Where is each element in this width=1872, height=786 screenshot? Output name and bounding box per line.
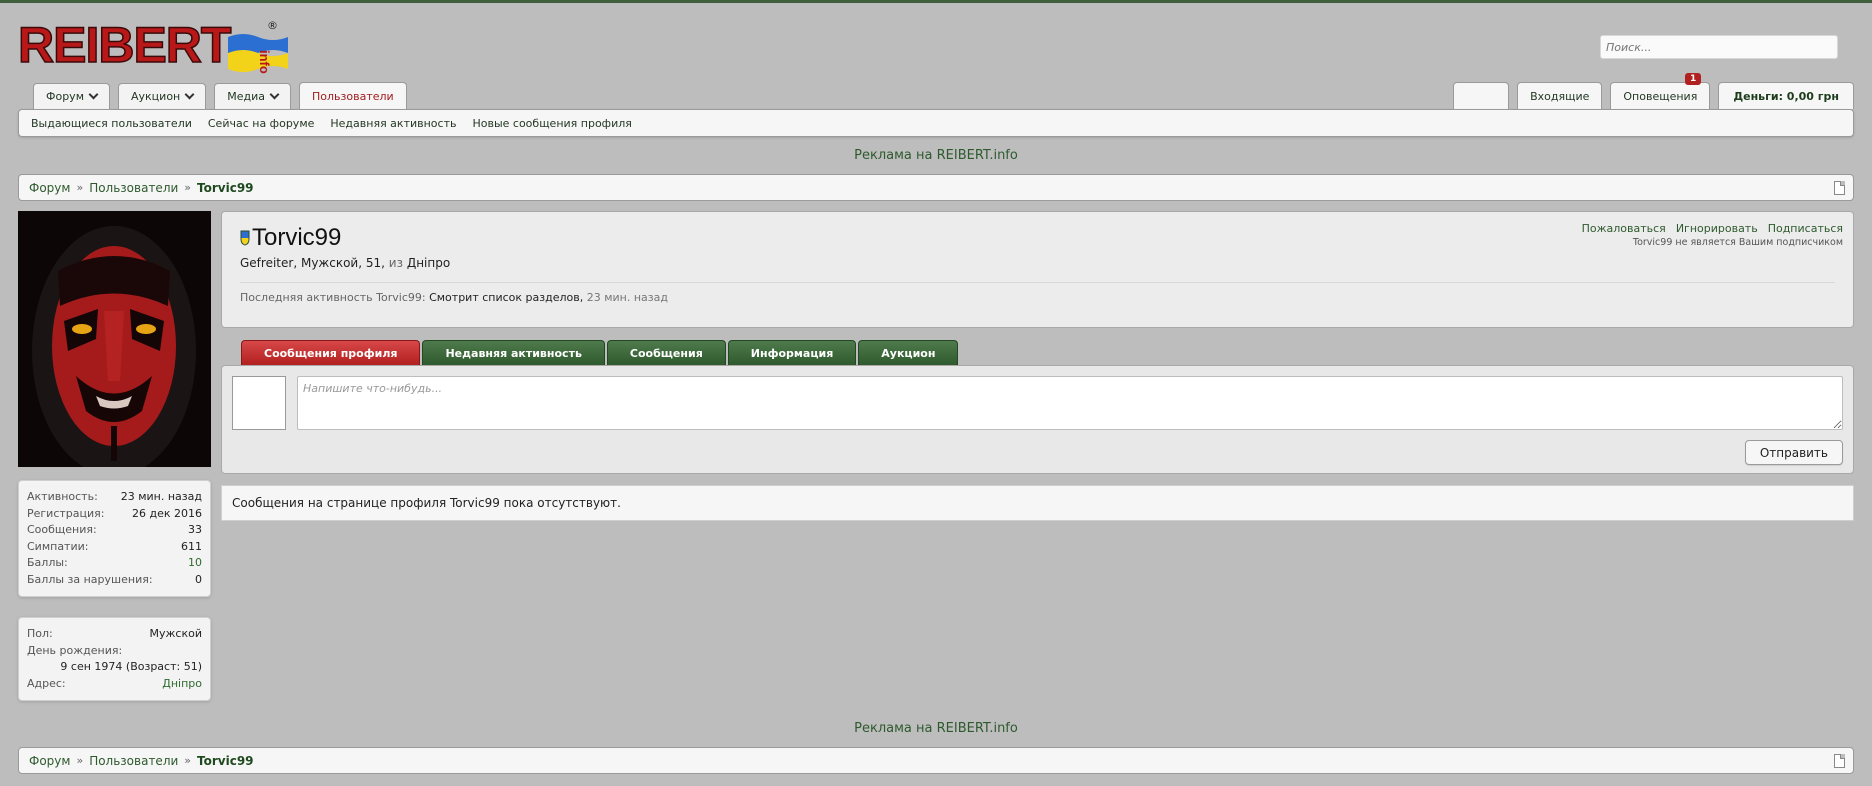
- alerts-tab[interactable]: Оповещения 1: [1610, 73, 1711, 109]
- user-nav: Входящие Оповещения 1 Деньги: 0,00 грн: [1453, 73, 1854, 109]
- stat-messages: Сообщения: 33: [27, 523, 202, 536]
- tab-recent-activity[interactable]: Недавняя активность: [422, 340, 605, 365]
- breadcrumb-item-users[interactable]: Пользователи: [89, 754, 178, 768]
- alerts-count-badge: 1: [1685, 73, 1702, 85]
- site-logo[interactable]: REIBERT info ®: [18, 15, 318, 75]
- shield-flag-icon: [240, 230, 250, 246]
- info-address: Адрес: Дніпро: [27, 676, 202, 690]
- profile-tabs: Сообщения профиля Недавняя активность Со…: [241, 340, 959, 365]
- user-location[interactable]: Дніпро: [407, 256, 450, 270]
- sub-nav: Выдающиеся пользователи Сейчас на форуме…: [18, 109, 1854, 137]
- tab-label: Пользователи: [312, 90, 394, 103]
- subnav-notable-members[interactable]: Выдающиеся пользователи: [31, 117, 192, 130]
- breadcrumb-separator: »: [184, 754, 192, 767]
- stat-activity: Активность: 23 мин. назад: [27, 490, 202, 503]
- username-text: Torvic99: [252, 224, 342, 251]
- money-tab[interactable]: Деньги: 0,00 грн: [1718, 82, 1854, 109]
- breadcrumb-separator: »: [184, 181, 192, 194]
- tab-auction[interactable]: Аукцион: [118, 83, 207, 109]
- tab-postings[interactable]: Сообщения: [606, 340, 726, 365]
- profile-actions: Пожаловаться Игнорировать Подписаться To…: [1582, 222, 1843, 248]
- breadcrumb-top: Форум » Пользователи » Torvic99: [18, 174, 1854, 201]
- last-activity-label: Последняя активность Torvic99:: [240, 291, 426, 304]
- subnav-new-profile-posts[interactable]: Новые сообщения профиля: [472, 117, 631, 130]
- stat-warnings: Баллы за нарушения: 0: [27, 572, 202, 586]
- divider: [240, 282, 1835, 283]
- my-avatar[interactable]: [232, 376, 286, 430]
- breadcrumb-separator: »: [76, 181, 84, 194]
- profile-post-composer: Отправить: [221, 365, 1854, 474]
- profile-post-input[interactable]: [297, 376, 1843, 430]
- info-birthday-label: День рождения:: [27, 643, 123, 657]
- chevron-down-icon: [88, 89, 99, 100]
- logo-text: REIBERT: [18, 17, 231, 73]
- alerts-label: Оповещения: [1623, 89, 1698, 103]
- user-details: Gefreiter, Мужской, 51, из Дніпро: [240, 256, 451, 270]
- last-activity-time: 23 мин. назад: [586, 291, 668, 304]
- tab-label: Медиа: [227, 90, 266, 103]
- tab-label: Аукцион: [131, 90, 181, 103]
- stat-registered: Регистрация: 26 дек 2016: [27, 506, 202, 520]
- breadcrumb-separator: »: [76, 754, 84, 767]
- breadcrumb-bottom: Форум » Пользователи » Torvic99: [18, 747, 1854, 774]
- ignore-link[interactable]: Игнорировать: [1676, 222, 1758, 235]
- user-age: 51: [365, 256, 382, 270]
- breadcrumb-current[interactable]: Torvic99: [197, 754, 254, 768]
- follow-link[interactable]: Подписаться: [1768, 222, 1843, 235]
- user-title: Gefreiter: [240, 256, 294, 270]
- follow-note: Torvic99 не является Вашим подписчиком: [1632, 237, 1843, 248]
- user-stats-panel: Активность: 23 мин. назад Регистрация: 26 …: [18, 480, 211, 597]
- inbox-tab[interactable]: Входящие: [1517, 82, 1603, 109]
- page-icon[interactable]: [1834, 181, 1845, 195]
- tab-media[interactable]: Медиа: [214, 83, 292, 109]
- ad-banner-top[interactable]: Реклама на REIBERT.info: [0, 148, 1872, 163]
- profile-header: Torvic99 Gefreiter, Мужской, 51, из Дніп…: [221, 211, 1854, 328]
- breadcrumb-item-forum[interactable]: Форум: [29, 754, 70, 768]
- logo-suffix: info: [257, 50, 272, 74]
- empty-profile-posts: Сообщения на странице профиля Torvic99 п…: [221, 485, 1854, 521]
- info-gender: Пол: Мужской: [27, 627, 202, 640]
- tab-users[interactable]: Пользователи: [299, 82, 407, 110]
- logo-registered: ®: [267, 19, 278, 32]
- send-button[interactable]: Отправить: [1744, 440, 1843, 465]
- user-info-panel: Пол: Мужской День рождения: 9 сен 1974 (В…: [18, 617, 211, 701]
- page-icon[interactable]: [1834, 754, 1845, 768]
- breadcrumb-item-forum[interactable]: Форум: [29, 181, 70, 195]
- last-activity-text: Смотрит список разделов,: [429, 291, 584, 304]
- tab-information[interactable]: Информация: [727, 340, 857, 365]
- subnav-recent-activity[interactable]: Недавняя активность: [330, 117, 456, 130]
- report-link[interactable]: Пожаловаться: [1582, 222, 1666, 235]
- tab-forum[interactable]: Форум: [33, 83, 110, 109]
- search-input[interactable]: [1600, 35, 1838, 59]
- ad-banner-bottom[interactable]: Реклама на REIBERT.info: [0, 721, 1872, 736]
- stat-likes: Симпатии: 611: [27, 539, 202, 553]
- tab-auction[interactable]: Аукцион: [858, 340, 959, 365]
- chevron-down-icon: [269, 89, 280, 100]
- user-from-label: из: [388, 256, 403, 270]
- user-avatar[interactable]: [18, 211, 211, 467]
- tab-label: Форум: [46, 90, 84, 103]
- subnav-online-now[interactable]: Сейчас на форуме: [208, 117, 315, 130]
- info-birthday: 9 сен 1974 (Возраст: 51): [60, 660, 202, 673]
- user-gender: Мужской: [300, 256, 359, 270]
- account-tab[interactable]: [1453, 82, 1510, 109]
- last-activity: Последняя активность Torvic99: Смотрит с…: [240, 291, 1835, 304]
- breadcrumb-current[interactable]: Torvic99: [197, 181, 254, 195]
- stat-points: Баллы: 10: [27, 556, 202, 569]
- tab-profile-posts[interactable]: Сообщения профиля: [241, 340, 421, 365]
- main-nav: Форум Аукцион Медиа Пользователи: [33, 82, 407, 110]
- chevron-down-icon: [184, 89, 195, 100]
- breadcrumb-item-users[interactable]: Пользователи: [89, 181, 178, 195]
